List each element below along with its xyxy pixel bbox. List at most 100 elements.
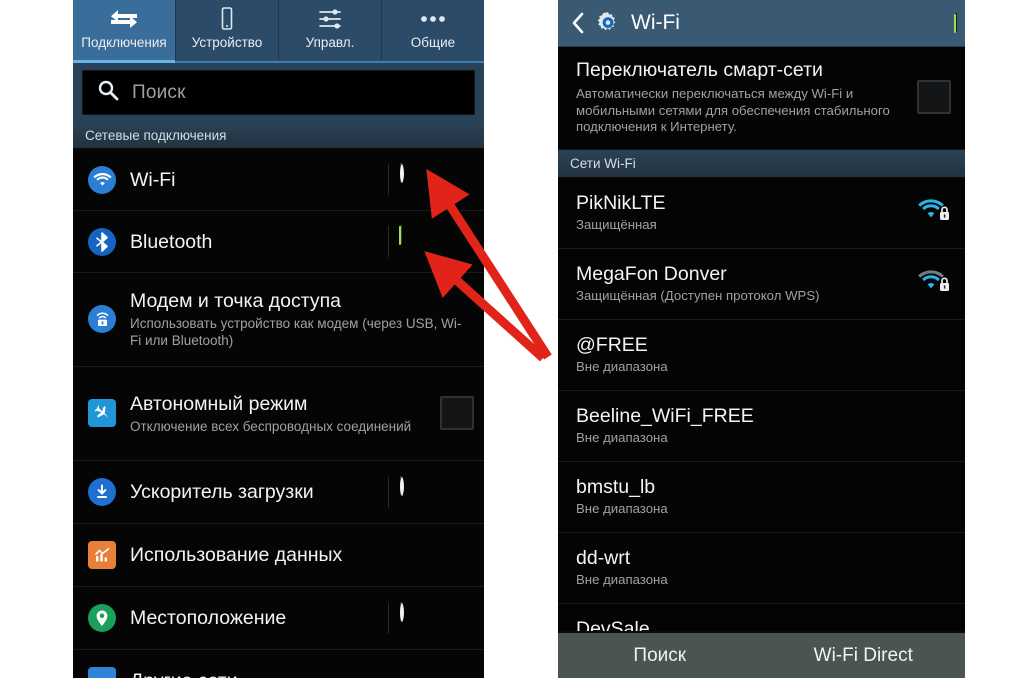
tab-device-label: Устройство xyxy=(191,35,263,50)
row-data-usage-text: Использование данных xyxy=(119,543,474,567)
wifi-network-status: Вне диапазона xyxy=(576,572,668,587)
location-toggle[interactable] xyxy=(388,601,474,634)
row-airplane-text: Автономный режим Отключение всех беспров… xyxy=(119,392,440,435)
row-other-networks[interactable]: Другие сети xyxy=(73,650,484,678)
wifi-header-bar: Wi-Fi xyxy=(558,0,965,47)
data-usage-icon xyxy=(85,541,119,569)
download-boost-icon xyxy=(85,478,119,506)
wifi-network-row[interactable]: dd-wrt Вне диапазона xyxy=(558,532,965,604)
row-download-booster[interactable]: Ускоритель загрузки xyxy=(73,461,484,524)
wifi-master-toggle[interactable] xyxy=(954,13,957,33)
row-location-title: Местоположение xyxy=(130,607,287,629)
more-dots-icon xyxy=(416,6,450,32)
wifi-icon xyxy=(85,165,119,194)
back-chevron-icon[interactable] xyxy=(568,11,588,35)
settings-panel-left: Подключения Устройство Управл. Общие Пои… xyxy=(73,0,484,678)
wifi-network-name: bmstu_lb xyxy=(576,476,656,498)
row-airplane-sub: Отключение всех беспроводных соединений xyxy=(130,418,412,434)
wifi-network-text: MegaFon Donver Защищённая (Доступен прот… xyxy=(576,262,917,304)
bluetooth-toggle[interactable] xyxy=(388,225,474,257)
row-location-text: Местоположение xyxy=(119,606,388,630)
wifi-network-name: dd-wrt xyxy=(576,547,631,569)
wifi-network-status: Защищённая xyxy=(576,217,657,232)
tab-controls-label: Управл. xyxy=(305,35,355,50)
tab-connections-label: Подключения xyxy=(81,35,167,50)
two-way-arrows-icon xyxy=(109,6,139,32)
scan-button[interactable]: Поиск xyxy=(558,645,762,667)
location-pin-icon xyxy=(85,604,119,632)
wifi-network-row[interactable]: @FREE Вне диапазона xyxy=(558,319,965,391)
wifi-network-name: MegaFon Donver xyxy=(576,263,727,285)
tab-general-label: Общие xyxy=(410,35,456,50)
airplane-mode-checkbox[interactable] xyxy=(440,396,474,430)
row-wifi-title: Wi-Fi xyxy=(130,168,176,191)
tab-general[interactable]: Общие xyxy=(382,0,484,61)
sliders-icon xyxy=(315,6,345,32)
row-bluetooth-text: Bluetooth xyxy=(119,230,388,254)
row-download-booster-text: Ускоритель загрузки xyxy=(119,480,388,504)
smart-network-switch-checkbox[interactable] xyxy=(917,80,951,114)
screenshot-stage: Подключения Устройство Управл. Общие Пои… xyxy=(0,0,1036,678)
other-networks-icon xyxy=(85,667,119,678)
row-wifi-text: Wi-Fi xyxy=(119,168,388,192)
wifi-network-row[interactable]: bmstu_lb Вне диапазона xyxy=(558,461,965,533)
wifi-footer-bar: Поиск Wi-Fi Direct xyxy=(558,631,965,678)
row-data-usage[interactable]: Использование данных xyxy=(73,524,484,587)
section-header-label: Сетевые подключения xyxy=(85,128,227,143)
row-location[interactable]: Местоположение xyxy=(73,587,484,650)
row-data-usage-title: Использование данных xyxy=(130,544,343,566)
section-header-wifi-networks-label: Сети Wi-Fi xyxy=(570,155,636,171)
wifi-network-row[interactable]: MegaFon Donver Защищённая (Доступен прот… xyxy=(558,248,965,320)
wifi-direct-button[interactable]: Wi-Fi Direct xyxy=(762,645,966,667)
wifi-network-name: @FREE xyxy=(576,334,648,356)
tab-connections[interactable]: Подключения xyxy=(73,0,176,63)
wifi-network-text: dd-wrt Вне диапазона xyxy=(576,546,951,588)
tab-controls[interactable]: Управл. xyxy=(279,0,382,61)
search-placeholder: Поиск xyxy=(132,81,186,103)
row-download-booster-title: Ускоритель загрузки xyxy=(130,481,314,503)
wifi-toggle[interactable] xyxy=(388,163,474,195)
row-tethering[interactable]: Модем и точка доступа Использовать устро… xyxy=(73,273,484,367)
phone-icon xyxy=(212,6,242,32)
wifi-network-status: Вне диапазона xyxy=(576,359,668,374)
search-icon xyxy=(97,79,119,106)
tab-device[interactable]: Устройство xyxy=(176,0,279,61)
smart-network-switch-sub: Автоматически переключаться между Wi-Fi … xyxy=(576,86,890,134)
wifi-network-status: Защищённая (Доступен протокол WPS) xyxy=(576,288,820,303)
toggle-off-glyph xyxy=(400,477,404,495)
row-other-networks-title: Другие сети xyxy=(130,670,238,678)
wifi-signal-strong-lock-icon xyxy=(917,196,951,229)
wifi-network-status: Вне диапазона xyxy=(576,501,668,516)
hotspot-icon xyxy=(85,305,119,333)
download-booster-toggle[interactable] xyxy=(388,475,474,508)
row-tethering-title: Модем и точка доступа xyxy=(130,290,342,312)
row-bluetooth[interactable]: Bluetooth xyxy=(73,211,484,273)
wifi-settings-panel-right: Wi-Fi Переключатель смарт-сети Автоматич… xyxy=(558,0,965,678)
smart-network-switch-row[interactable]: Переключатель смарт-сети Автоматически п… xyxy=(558,47,965,150)
wifi-network-text: Beeline_WiFi_FREE Вне диапазона xyxy=(576,404,951,446)
wifi-network-status: Вне диапазона xyxy=(576,430,668,445)
gear-icon xyxy=(594,9,622,37)
toggle-off-glyph xyxy=(400,165,404,182)
wifi-network-name: Beeline_WiFi_FREE xyxy=(576,405,754,427)
wifi-signal-weak-lock-icon xyxy=(917,267,951,300)
bluetooth-icon xyxy=(85,227,119,256)
row-airplane-mode[interactable]: Автономный режим Отключение всех беспров… xyxy=(73,367,484,461)
smart-network-switch-text: Переключатель смарт-сети Автоматически п… xyxy=(576,58,917,136)
section-header-wifi-networks: Сети Wi-Fi xyxy=(558,149,965,178)
search-bar-container: Поиск xyxy=(73,63,484,123)
wifi-network-text: PikNikLTE Защищённая xyxy=(576,191,917,233)
wifi-network-name: PikNikLTE xyxy=(576,192,666,214)
settings-tab-bar: Подключения Устройство Управл. Общие xyxy=(73,0,484,63)
search-input[interactable]: Поиск xyxy=(82,70,475,115)
row-wifi[interactable]: Wi-Fi xyxy=(73,149,484,211)
wifi-network-row[interactable]: Beeline_WiFi_FREE Вне диапазона xyxy=(558,390,965,462)
airplane-icon xyxy=(85,399,119,427)
row-airplane-title: Автономный режим xyxy=(130,392,308,415)
section-header-network-connections: Сетевые подключения xyxy=(73,123,484,149)
wifi-network-text: @FREE Вне диапазона xyxy=(576,333,951,375)
wifi-network-text: bmstu_lb Вне диапазона xyxy=(576,475,951,517)
wifi-page-title: Wi-Fi xyxy=(631,11,680,34)
toggle-off-glyph xyxy=(400,603,404,621)
wifi-network-row[interactable]: PikNikLTE Защищённая xyxy=(558,177,965,249)
